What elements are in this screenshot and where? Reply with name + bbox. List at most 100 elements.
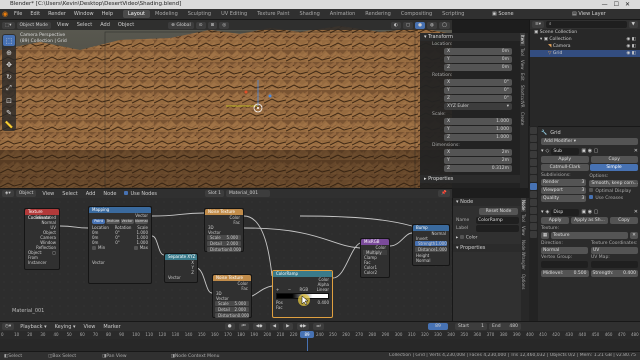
socket-vector-out[interactable]: Vector	[89, 213, 151, 218]
jump-start-icon[interactable]: ⏮	[238, 323, 249, 330]
node-noise-texture-1[interactable]: Noise Texture Color Fac 3D Vector Scale 5…	[204, 208, 244, 252]
tab-tool[interactable]: Tool	[520, 46, 525, 58]
reset-node-button[interactable]: Reset Node	[479, 208, 518, 215]
minimize-button[interactable]: —	[602, 1, 614, 8]
select-box-icon[interactable]: ⬚	[3, 35, 15, 46]
outliner-item-camera[interactable]: ◥ Camera ◉ ◧	[530, 43, 640, 50]
use-nodes-checkbox[interactable]	[124, 191, 129, 195]
tab-layout[interactable]: Layout	[123, 10, 150, 18]
scale-y-field[interactable]: Y 1.000	[444, 126, 512, 133]
node-menu-select[interactable]: Select	[58, 191, 81, 197]
visibility-icon[interactable]: ◉ ◧	[626, 50, 636, 57]
node-separate-xyz[interactable]: Separate XYZ X Y Z Vector	[164, 253, 198, 283]
copy-button[interactable]: Copy	[609, 217, 639, 224]
rotation-x-field[interactable]: X 0°	[444, 79, 512, 86]
particles-tab-icon[interactable]	[530, 191, 537, 198]
play-icon[interactable]: ▶	[283, 323, 293, 330]
menu-file[interactable]: File	[10, 11, 26, 17]
detail-field[interactable]: Detail 2.000	[215, 307, 249, 312]
view-layer-tab-icon[interactable]	[530, 151, 537, 158]
socket-vector[interactable]: Vector	[165, 275, 197, 280]
node-colorramp[interactable]: ColorRamp Color Alpha + − RGB Linear Pos…	[272, 270, 333, 318]
scene-selector[interactable]: ▣ Scene	[492, 11, 514, 17]
annotate-icon[interactable]: ✎	[3, 107, 15, 118]
slot-dropdown[interactable]: Slot 1	[205, 190, 224, 197]
rotation-y-field[interactable]: Y 0°	[444, 87, 512, 94]
transform-icon[interactable]: ⊡	[3, 95, 15, 106]
strength-field[interactable]: Strength 1.000	[415, 241, 447, 246]
tab-texture-paint[interactable]: Texture Paint	[252, 10, 294, 18]
remove-stop-icon[interactable]: −	[288, 287, 291, 292]
color-toggle[interactable]: ▸ Color	[456, 235, 519, 241]
prev-key-icon[interactable]: ◀◆	[252, 323, 266, 330]
tab-view[interactable]: View	[520, 58, 525, 72]
scale-field[interactable]: Scale 5.000	[207, 235, 241, 240]
tab-animation[interactable]: Animation	[325, 10, 361, 18]
vp-menu-object[interactable]: Object	[114, 22, 138, 28]
material-dropdown[interactable]: Material_001	[225, 190, 270, 197]
3d-viewport[interactable]: ⬚▾ Object Mode View Select Add Object ⊕ …	[0, 20, 452, 188]
modifier-subsurf-header[interactable]: ▾ ◇ Sub ▣ ◉ ▢ ✕	[541, 147, 638, 155]
node-name-field[interactable]: ColorRamp	[476, 217, 519, 224]
rotate-icon[interactable]: ↻	[3, 71, 15, 82]
catmull-clark-button[interactable]: Catmull-Clark	[541, 164, 589, 171]
socket-color2[interactable]: Color2	[361, 270, 389, 275]
distance-field[interactable]: Distance 1.000	[415, 247, 447, 252]
modifier-tab-icon[interactable]	[530, 183, 537, 190]
texture-coords-dropdown[interactable]: UV	[591, 247, 638, 254]
measure-icon[interactable]: 📏	[3, 119, 15, 130]
modifier-visibility-icons[interactable]: ▣ ◉ ▢	[581, 148, 598, 154]
menu-timeline-view[interactable]: View	[80, 324, 100, 330]
start-frame-field[interactable]: Start 1	[455, 323, 487, 330]
node-editor-type-button[interactable]: ◈▾	[2, 190, 14, 197]
rotation-mode-dropdown[interactable]: XYZ Euler ▾	[444, 103, 512, 110]
timeline-type-icon[interactable]: ◷▾	[2, 323, 15, 330]
render-tab-icon[interactable]	[530, 135, 537, 142]
optimal-display-toggle[interactable]: Optimal Display	[589, 188, 638, 195]
shading-material-icon[interactable]: ◍	[427, 21, 437, 29]
blender-logo-icon[interactable]: ◉	[0, 10, 10, 18]
next-key-icon[interactable]: ◆▶	[296, 323, 310, 330]
tab-node-view[interactable]: View	[521, 224, 526, 238]
overlay-icon[interactable]: ◐	[390, 21, 401, 29]
direction-dropdown[interactable]: Normal	[541, 247, 588, 254]
tab-shortcutvr[interactable]: ShortcutVR	[520, 83, 525, 110]
midlevel-field[interactable]: Midlevel: 0.500	[541, 270, 589, 277]
menu-help[interactable]: Help	[98, 11, 117, 17]
node-menu-view[interactable]: View	[38, 191, 58, 197]
outliner-item-collection[interactable]: ▾ ▣ Collection ◉ ◧	[530, 36, 640, 43]
menu-render[interactable]: Render	[44, 11, 70, 17]
from-instancer-toggle[interactable]: From Instancer	[25, 255, 59, 265]
modifier-visibility-icons[interactable]: ▣ ◉ ▢	[581, 209, 598, 215]
node-noise-texture-2[interactable]: Noise Texture Color Fac 3D Vector Scale 5…	[212, 274, 252, 318]
tab-uv-editing[interactable]: UV Editing	[216, 10, 252, 18]
timeline-ruler[interactable]: 0 10 20 30 40 50 60 70 80 90 100 110 120 130 140 150 160…	[0, 331, 640, 339]
socket-normal-in[interactable]: Normal	[413, 258, 449, 263]
vp-menu-select[interactable]: Select	[73, 22, 96, 28]
node-object-dropdown[interactable]: Object	[15, 190, 37, 197]
apply-button[interactable]: Apply	[541, 217, 570, 224]
shading-render-icon[interactable]: ◯	[438, 21, 450, 29]
outliner-type-icon[interactable]: ≡▾	[532, 21, 545, 28]
texture-field[interactable]: Texture	[551, 232, 628, 239]
tab-rendering[interactable]: Rendering	[360, 10, 396, 18]
end-frame-field[interactable]: End 480	[489, 323, 521, 330]
object-tab-icon[interactable]	[530, 175, 537, 182]
maximize-button[interactable]: ☐	[614, 1, 625, 8]
dimensions-z-field[interactable]: Z 0.312m	[444, 165, 512, 172]
tab-node-tool[interactable]: Tool	[521, 212, 526, 224]
snap-icon[interactable]: ⊞	[207, 21, 218, 29]
tab-scripting[interactable]: Scripting	[437, 10, 469, 18]
vp-menu-view[interactable]: View	[53, 22, 73, 28]
scale-field[interactable]: Scale 5.000	[215, 301, 249, 306]
tool-tab-icon[interactable]	[530, 127, 537, 134]
transform-header[interactable]: ▾ Transform	[420, 33, 520, 41]
close-button[interactable]: ✕	[625, 1, 636, 8]
tab-node[interactable]: Node	[521, 198, 526, 213]
apply-button[interactable]: Apply	[541, 156, 589, 163]
location-x-field[interactable]: X 0m	[444, 48, 512, 55]
texture-close-icon[interactable]: ✕	[630, 232, 638, 239]
orientation-dropdown[interactable]: ⊕ Global	[168, 21, 194, 29]
node-label-field[interactable]	[476, 225, 519, 232]
pin-icon[interactable]: 📌	[438, 190, 450, 197]
